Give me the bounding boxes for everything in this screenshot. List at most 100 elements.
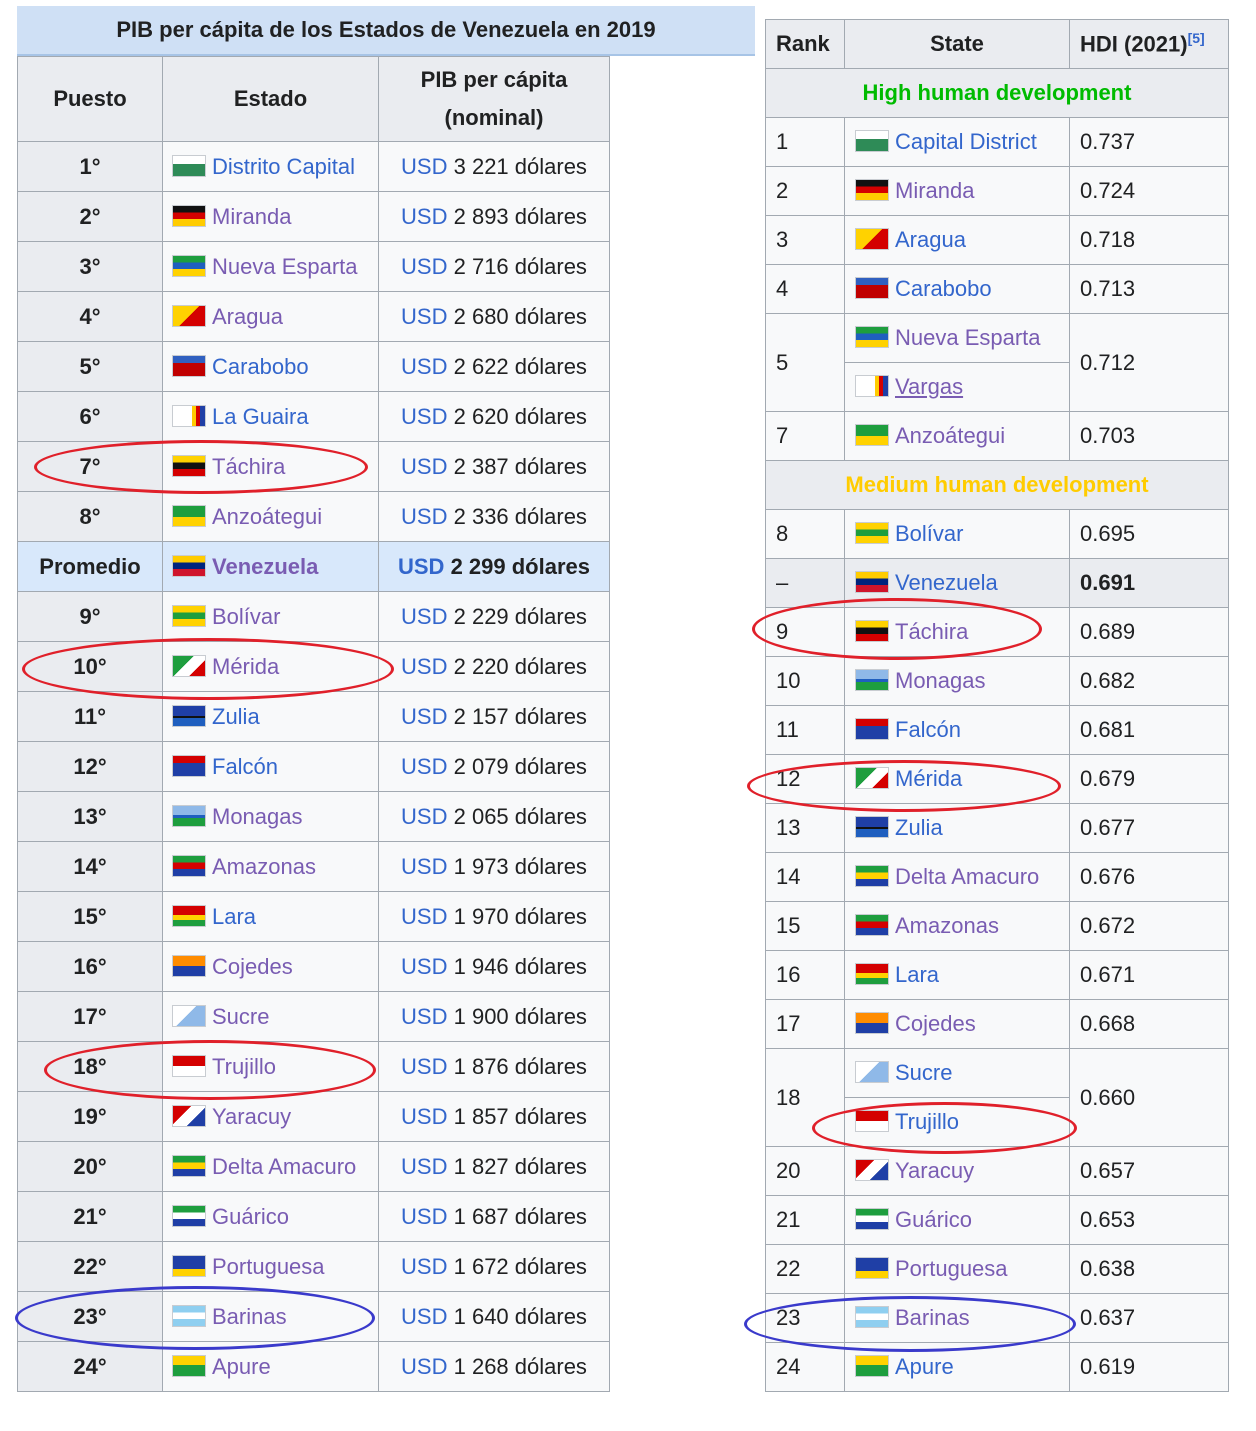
flag-icon[interactable]: [172, 1054, 206, 1077]
flag-icon[interactable]: [172, 304, 206, 327]
flag-icon[interactable]: [172, 704, 206, 727]
state-link[interactable]: Cojedes: [212, 954, 293, 979]
state-link[interactable]: Aragua: [895, 227, 966, 252]
flag-icon[interactable]: [855, 620, 889, 642]
flag-icon[interactable]: [172, 1154, 206, 1177]
state-link[interactable]: Falcón: [895, 717, 961, 742]
state-link[interactable]: Monagas: [895, 668, 986, 693]
currency-link[interactable]: USD: [401, 604, 447, 629]
flag-icon[interactable]: [172, 504, 206, 527]
flag-icon[interactable]: [172, 604, 206, 627]
currency-link[interactable]: USD: [401, 1304, 447, 1329]
state-link[interactable]: Portuguesa: [212, 1254, 325, 1279]
flag-icon[interactable]: [855, 1257, 889, 1279]
flag-icon[interactable]: [172, 154, 206, 177]
state-link[interactable]: Apure: [212, 1354, 271, 1379]
currency-link[interactable]: USD: [401, 704, 447, 729]
currency-link[interactable]: USD: [401, 1104, 447, 1129]
state-link[interactable]: Distrito Capital: [212, 154, 355, 179]
flag-icon[interactable]: [172, 804, 206, 827]
flag-icon[interactable]: [855, 130, 889, 152]
currency-link[interactable]: USD: [401, 754, 447, 779]
currency-link[interactable]: USD: [401, 654, 447, 679]
state-link[interactable]: Aragua: [212, 304, 283, 329]
flag-icon[interactable]: [855, 767, 889, 789]
state-link[interactable]: Amazonas: [895, 913, 999, 938]
flag-icon[interactable]: [172, 854, 206, 877]
currency-link[interactable]: USD: [401, 954, 447, 979]
currency-link[interactable]: USD: [401, 454, 447, 479]
flag-icon[interactable]: [172, 754, 206, 777]
state-link[interactable]: Falcón: [212, 754, 278, 779]
state-link[interactable]: Sucre: [895, 1060, 952, 1085]
flag-icon[interactable]: [172, 404, 206, 427]
currency-link[interactable]: USD: [401, 804, 447, 829]
state-link[interactable]: Sucre: [212, 1004, 269, 1029]
flag-icon[interactable]: [172, 954, 206, 977]
state-link[interactable]: La Guaira: [212, 404, 309, 429]
state-link[interactable]: Barinas: [895, 1305, 970, 1330]
currency-link[interactable]: USD: [401, 904, 447, 929]
currency-link[interactable]: USD: [401, 504, 447, 529]
state-link[interactable]: Barinas: [212, 1304, 287, 1329]
state-link[interactable]: Apure: [895, 1354, 954, 1379]
flag-icon[interactable]: [855, 1110, 889, 1132]
state-link[interactable]: Cojedes: [895, 1011, 976, 1036]
flag-icon[interactable]: [172, 554, 206, 577]
state-link[interactable]: Capital District: [895, 129, 1037, 154]
state-link[interactable]: Monagas: [212, 804, 303, 829]
state-link[interactable]: Carabobo: [212, 354, 309, 379]
flag-icon[interactable]: [855, 865, 889, 887]
flag-icon[interactable]: [855, 914, 889, 936]
flag-icon[interactable]: [855, 228, 889, 250]
currency-link[interactable]: USD: [401, 154, 447, 179]
flag-icon[interactable]: [855, 718, 889, 740]
currency-link[interactable]: USD: [398, 554, 444, 579]
currency-link[interactable]: USD: [401, 354, 447, 379]
flag-icon[interactable]: [172, 1304, 206, 1327]
flag-icon[interactable]: [172, 1204, 206, 1227]
flag-icon[interactable]: [172, 254, 206, 277]
currency-link[interactable]: USD: [401, 254, 447, 279]
flag-icon[interactable]: [855, 522, 889, 544]
flag-icon[interactable]: [172, 1004, 206, 1027]
state-link[interactable]: Delta Amacuro: [895, 864, 1039, 889]
flag-icon[interactable]: [855, 571, 889, 593]
flag-icon[interactable]: [855, 1061, 889, 1083]
flag-icon[interactable]: [855, 816, 889, 838]
currency-link[interactable]: USD: [401, 1204, 447, 1229]
flag-icon[interactable]: [172, 1354, 206, 1377]
state-link[interactable]: Trujillo: [212, 1054, 276, 1079]
state-link[interactable]: Venezuela: [895, 570, 998, 595]
state-link[interactable]: Guárico: [212, 1204, 289, 1229]
header-rank[interactable]: Rank: [765, 19, 845, 69]
flag-icon[interactable]: [855, 1208, 889, 1230]
flag-icon[interactable]: [855, 179, 889, 201]
flag-icon[interactable]: [855, 375, 889, 397]
flag-icon[interactable]: [855, 326, 889, 348]
state-link[interactable]: Trujillo: [895, 1109, 959, 1134]
currency-link[interactable]: USD: [401, 404, 447, 429]
state-link[interactable]: Táchira: [212, 454, 285, 479]
state-link[interactable]: Guárico: [895, 1207, 972, 1232]
state-link[interactable]: Portuguesa: [895, 1256, 1008, 1281]
state-link[interactable]: Lara: [895, 962, 939, 987]
state-link[interactable]: Miranda: [212, 204, 291, 229]
state-link[interactable]: Mérida: [212, 654, 279, 679]
flag-icon[interactable]: [172, 1254, 206, 1277]
state-link[interactable]: Lara: [212, 904, 256, 929]
header-hdi[interactable]: HDI (2021)[5]: [1069, 19, 1229, 69]
flag-icon[interactable]: [855, 1159, 889, 1181]
flag-icon[interactable]: [172, 654, 206, 677]
flag-icon[interactable]: [172, 1104, 206, 1127]
currency-link[interactable]: USD: [401, 1354, 447, 1379]
flag-icon[interactable]: [855, 1355, 889, 1377]
flag-icon[interactable]: [855, 1306, 889, 1328]
currency-link[interactable]: USD: [401, 304, 447, 329]
header-pib[interactable]: PIB per cápita (nominal): [378, 56, 610, 142]
state-link[interactable]: Táchira: [895, 619, 968, 644]
state-link[interactable]: Venezuela: [212, 554, 318, 579]
flag-icon[interactable]: [855, 963, 889, 985]
state-link[interactable]: Yaracuy: [895, 1158, 974, 1183]
state-link[interactable]: Vargas: [895, 374, 963, 399]
